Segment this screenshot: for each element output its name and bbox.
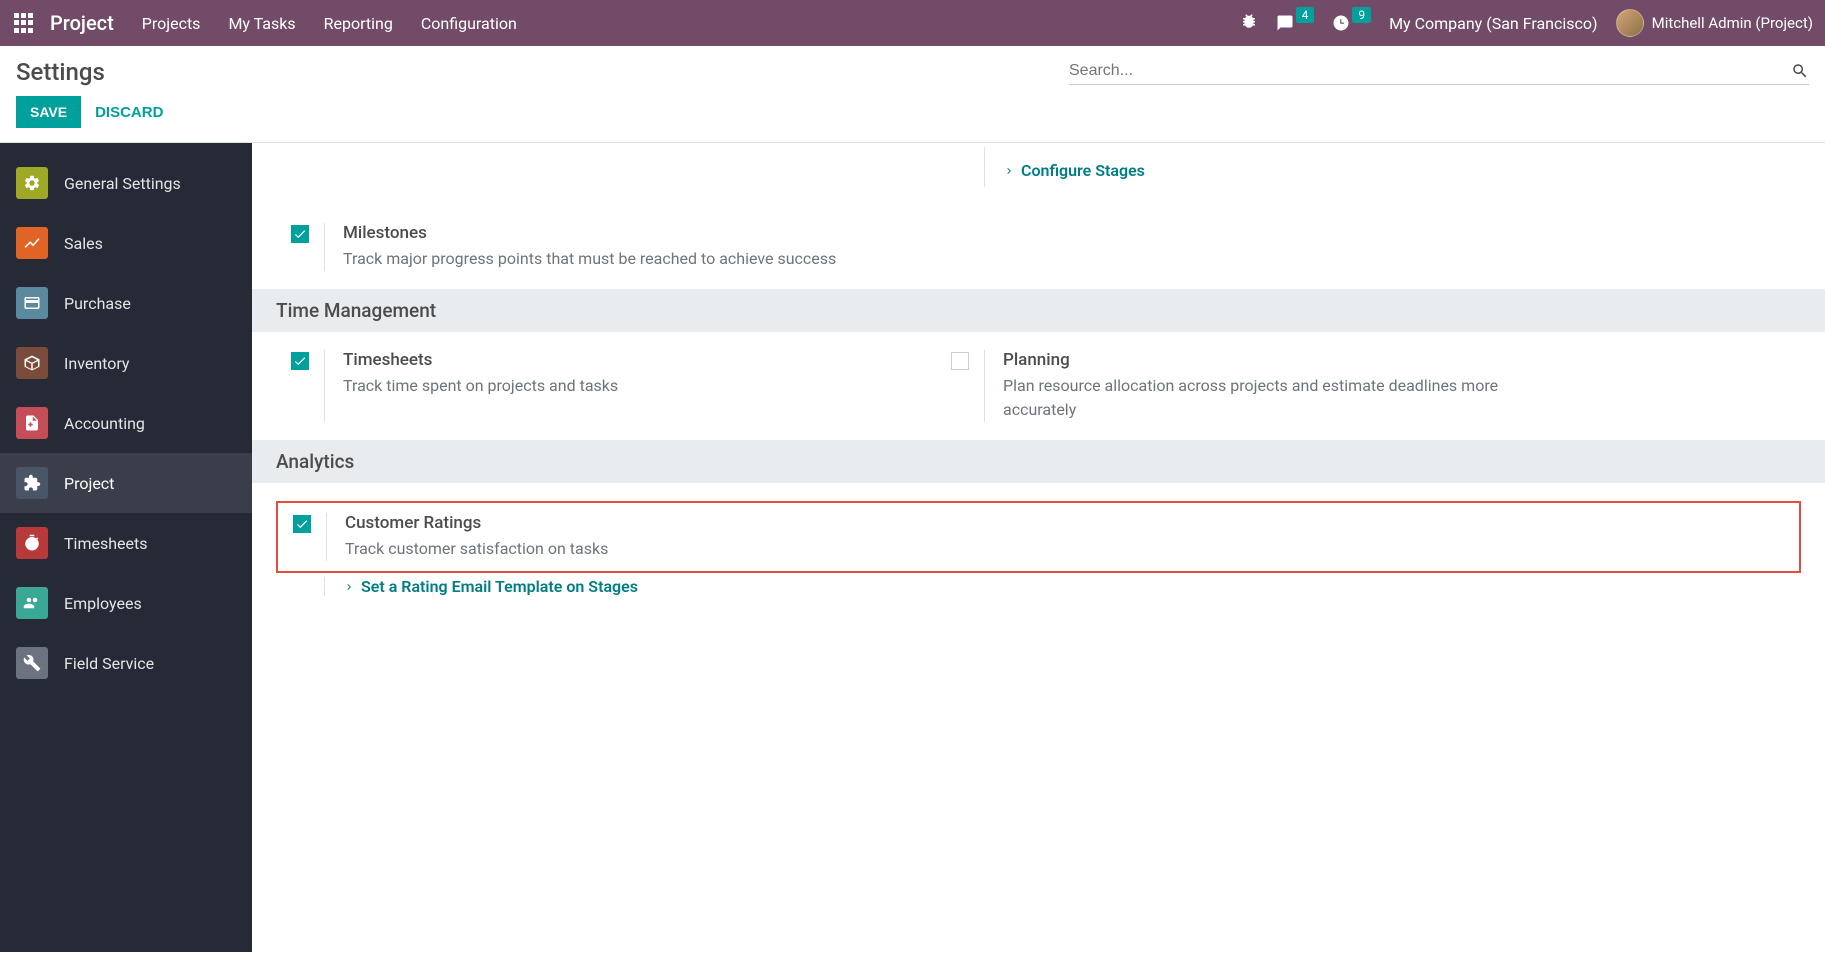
box-icon [16, 347, 48, 379]
wrench-icon [16, 647, 48, 679]
action-bar: SAVE DISCARD [0, 86, 1825, 143]
setting-title: Planning [1003, 350, 1556, 370]
sidebar-item-inventory[interactable]: Inventory [0, 333, 252, 393]
people-icon [16, 587, 48, 619]
main-nav: Projects My Tasks Reporting Configuratio… [142, 14, 517, 33]
topbar-right: 4 9 My Company (San Francisco) Mitchell … [1240, 9, 1813, 37]
search-input[interactable] [1069, 62, 1791, 80]
setting-desc: Plan resource allocation across projects… [1003, 374, 1556, 422]
search-icon[interactable] [1791, 62, 1809, 80]
setting-timesheets: Timesheets Track time spent on projects … [276, 350, 896, 422]
debug-icon[interactable] [1240, 12, 1258, 34]
timesheets-checkbox[interactable] [291, 352, 309, 370]
sidebar-item-project[interactable]: Project [0, 453, 252, 513]
messages-badge: 4 [1296, 7, 1315, 23]
setting-desc: Track customer satisfaction on tasks [345, 537, 1799, 561]
sidebar-item-purchase[interactable]: Purchase [0, 273, 252, 333]
sidebar-item-label: General Settings [64, 174, 181, 193]
nav-configuration[interactable]: Configuration [421, 14, 517, 33]
setting-milestones: Milestones Track major progress points t… [276, 223, 896, 271]
avatar [1616, 9, 1644, 37]
company-selector[interactable]: My Company (San Francisco) [1389, 14, 1598, 33]
settings-content: Configure Stages Milestones Track major … [252, 143, 1825, 952]
stopwatch-icon [16, 527, 48, 559]
apps-icon[interactable] [12, 11, 36, 35]
main: General Settings Sales Purchase Inventor… [0, 143, 1825, 952]
setting-desc: Track time spent on projects and tasks [343, 374, 896, 398]
app-brand: Project [50, 11, 114, 35]
user-name: Mitchell Admin (Project) [1652, 14, 1813, 32]
nav-reporting[interactable]: Reporting [324, 14, 393, 33]
setting-desc: Track major progress points that must be… [343, 247, 896, 271]
user-menu[interactable]: Mitchell Admin (Project) [1616, 9, 1813, 37]
topbar: Project Projects My Tasks Reporting Conf… [0, 0, 1825, 46]
puzzle-icon [16, 467, 48, 499]
sidebar-item-label: Sales [64, 234, 103, 253]
settings-sidebar: General Settings Sales Purchase Inventor… [0, 143, 252, 952]
sidebar-item-label: Employees [64, 594, 142, 613]
planning-checkbox[interactable] [951, 352, 969, 370]
save-button[interactable]: SAVE [16, 96, 81, 128]
sidebar-item-timesheets[interactable]: Timesheets [0, 513, 252, 573]
setting-customer-ratings: Customer Ratings Track customer satisfac… [278, 513, 1799, 561]
chart-icon [16, 227, 48, 259]
section-time-management: Time Management [252, 289, 1825, 332]
search-bar[interactable] [1069, 58, 1809, 85]
sidebar-item-label: Project [64, 474, 114, 493]
sidebar-item-label: Accounting [64, 414, 145, 433]
activities-badge: 9 [1352, 7, 1371, 23]
sidebar-item-label: Inventory [64, 354, 130, 373]
sidebar-item-accounting[interactable]: Accounting [0, 393, 252, 453]
rating-template-link[interactable]: Set a Rating Email Template on Stages [343, 577, 1801, 596]
sidebar-item-field-service[interactable]: Field Service [0, 633, 252, 693]
sidebar-item-label: Timesheets [64, 534, 147, 553]
sidebar-item-sales[interactable]: Sales [0, 213, 252, 273]
setting-title: Customer Ratings [345, 513, 1799, 533]
nav-projects[interactable]: Projects [142, 14, 201, 33]
messages-button[interactable]: 4 [1276, 14, 1315, 32]
sidebar-item-general[interactable]: General Settings [0, 153, 252, 213]
card-icon [16, 287, 48, 319]
milestones-checkbox[interactable] [291, 225, 309, 243]
configure-stages-link[interactable]: Configure Stages [1003, 161, 1145, 180]
setting-planning: Planning Plan resource allocation across… [936, 350, 1556, 422]
setting-title: Timesheets [343, 350, 896, 370]
activities-button[interactable]: 9 [1332, 14, 1371, 32]
highlighted-setting: Customer Ratings Track customer satisfac… [276, 501, 1801, 573]
section-analytics: Analytics [252, 440, 1825, 483]
setting-title: Milestones [343, 223, 896, 243]
sidebar-item-label: Purchase [64, 294, 131, 313]
customer-ratings-checkbox[interactable] [293, 515, 311, 533]
document-icon [16, 407, 48, 439]
nav-my-tasks[interactable]: My Tasks [228, 14, 295, 33]
sidebar-item-employees[interactable]: Employees [0, 573, 252, 633]
gear-icon [16, 167, 48, 199]
page-title: Settings [16, 58, 105, 86]
sidebar-item-label: Field Service [64, 654, 154, 673]
discard-button[interactable]: DISCARD [95, 104, 163, 121]
subheader: Settings [0, 46, 1825, 86]
